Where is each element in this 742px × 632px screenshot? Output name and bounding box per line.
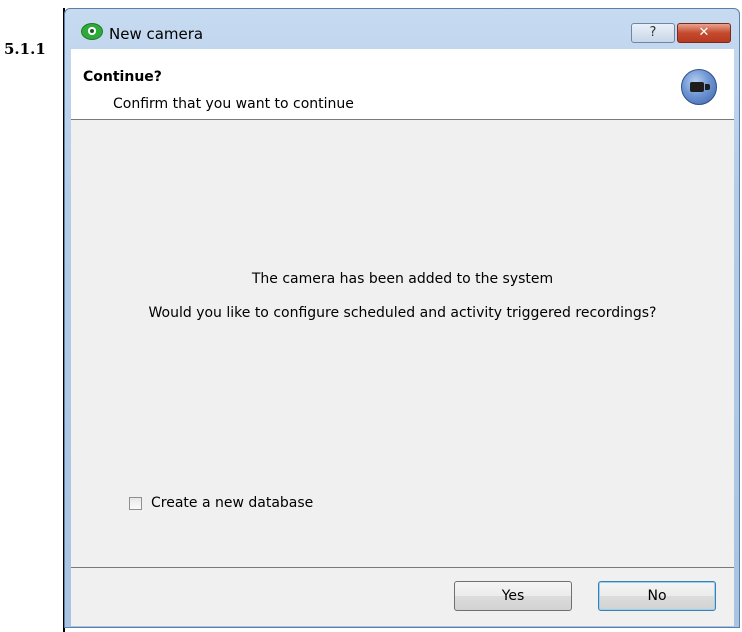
yes-button[interactable]: Yes xyxy=(454,581,572,611)
message-configure-recordings: Would you like to configure scheduled an… xyxy=(148,305,657,321)
window-title: New camera xyxy=(109,25,204,43)
wizard-header-title: Continue? xyxy=(83,69,162,85)
section-number: 5.1.1 xyxy=(4,40,46,58)
wizard-header: Continue? Confirm that you want to conti… xyxy=(71,49,734,120)
footer-divider xyxy=(71,567,734,568)
wizard-header-subtitle: Confirm that you want to continue xyxy=(113,96,354,112)
camera-icon xyxy=(681,69,717,105)
close-button[interactable]: ✕ xyxy=(677,23,731,43)
help-button[interactable]: ? xyxy=(631,23,675,43)
title-bar[interactable]: New camera ? ✕ xyxy=(65,9,739,49)
dialog-client-area: Continue? Confirm that you want to conti… xyxy=(71,49,734,626)
message-camera-added: The camera has been added to the system xyxy=(251,271,554,287)
new-camera-dialog: New camera ? ✕ Continue? Confirm that yo… xyxy=(64,8,740,628)
eye-icon xyxy=(81,23,103,40)
no-button[interactable]: No xyxy=(598,581,716,611)
create-database-label[interactable]: Create a new database xyxy=(151,495,313,511)
create-database-checkbox[interactable] xyxy=(129,497,142,510)
